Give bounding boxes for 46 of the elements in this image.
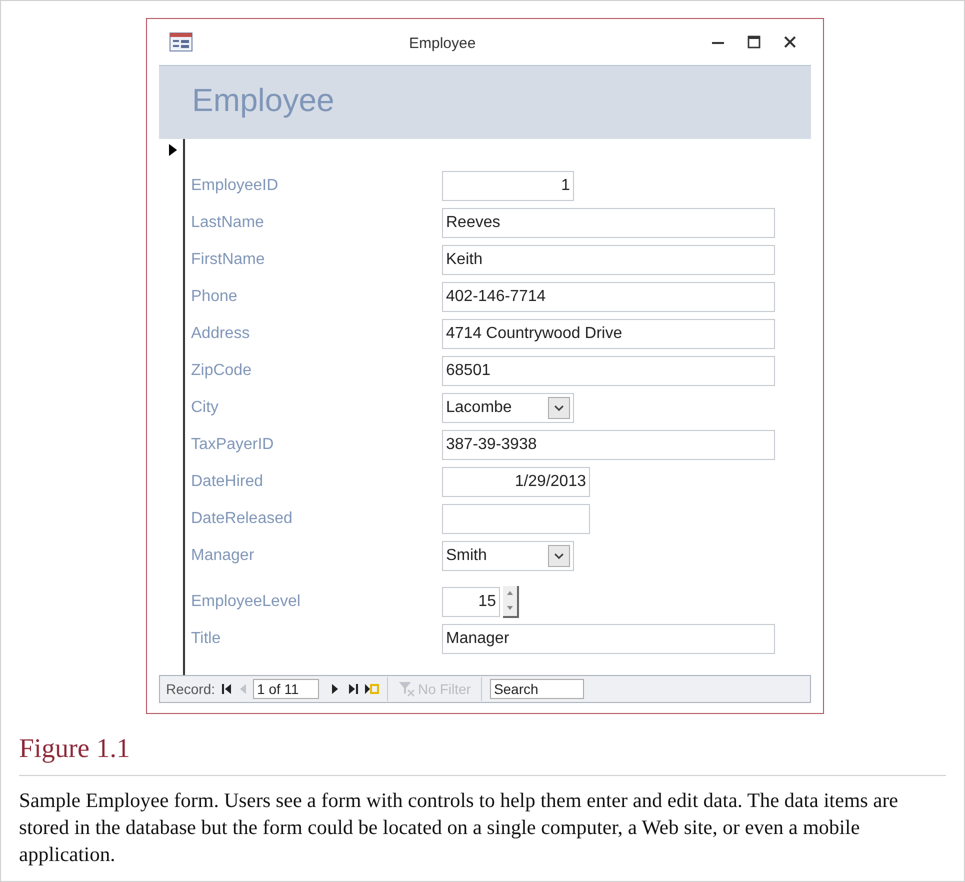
field-label: City (190, 398, 220, 418)
field-label: LastName (190, 212, 265, 232)
input-field[interactable]: Keith (442, 244, 775, 274)
field-label: DateReleased (190, 508, 294, 528)
field-label: Title (190, 628, 222, 648)
field-label: EmployeeLevel (190, 592, 302, 612)
record-label: Record: (166, 680, 216, 698)
maximize-icon[interactable] (747, 35, 761, 49)
figure-caption: Sample Employee form. Users see a form with controls to help them enter and edit data. The data items are stored in the database but the form could be located on a single computer, a Web site, or even a mobile application. (19, 788, 900, 868)
record-selector-icon[interactable] (169, 144, 177, 156)
input-field[interactable]: Reeves (442, 208, 775, 238)
input-field[interactable]: Manager (442, 624, 775, 654)
field-label: Manager (190, 546, 256, 566)
dropdown-icon[interactable] (548, 396, 570, 418)
last-record-icon[interactable] (347, 683, 360, 695)
filter-icon (398, 681, 416, 697)
field-label: ZipCode (190, 360, 252, 380)
field-label: TaxPayerID (190, 434, 275, 454)
input-field[interactable]: 402-146-7714 (442, 282, 775, 312)
first-record-icon[interactable] (221, 683, 234, 695)
input-field[interactable]: 1/29/2013 (442, 466, 590, 496)
spinner-arrows-icon[interactable] (503, 586, 519, 618)
close-icon[interactable] (783, 35, 797, 49)
combo-box[interactable]: Smith (442, 540, 574, 570)
input-field[interactable]: 4714 Countrywood Drive (442, 318, 775, 348)
input-field[interactable] (442, 504, 590, 534)
combo-box[interactable]: Lacombe (442, 392, 574, 422)
dropdown-icon[interactable] (548, 544, 570, 566)
form-title: Employee (192, 82, 334, 118)
combo-value: Smith (446, 546, 488, 566)
record-position-field[interactable]: 1 of 11 (253, 679, 320, 699)
field-label: Address (190, 324, 251, 344)
field-label: DateHired (190, 472, 264, 492)
field-label: EmployeeID (190, 176, 280, 196)
figure-title: Figure 1.1 (19, 732, 131, 765)
input-field[interactable]: 68501 (442, 356, 775, 386)
search-field[interactable]: Search (490, 679, 584, 699)
field-label: Phone (190, 286, 238, 306)
input-field[interactable]: 1 (442, 170, 574, 200)
input-field[interactable]: 387-39-3938 (442, 430, 775, 460)
window-title: Employee (409, 34, 476, 54)
form-icon (169, 32, 193, 52)
combo-value: Lacombe (446, 398, 513, 418)
input-field[interactable]: 15 (442, 586, 500, 616)
new-record-icon[interactable] (365, 683, 380, 695)
field-label: FirstName (190, 250, 266, 270)
